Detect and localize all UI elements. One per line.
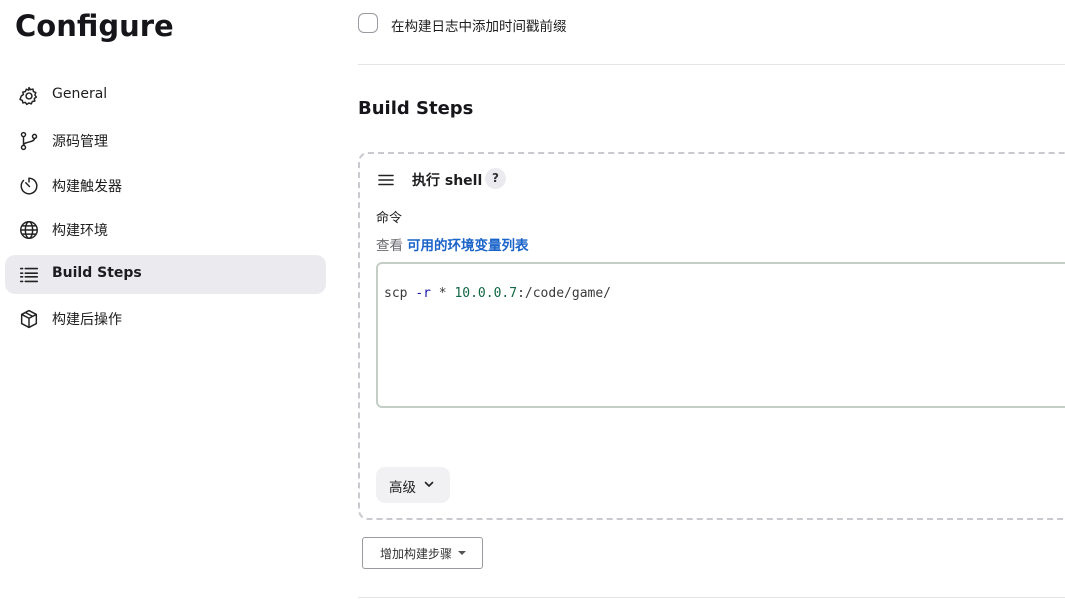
build-steps-title: Build Steps [358, 98, 474, 119]
page-title: Configure [15, 9, 174, 43]
sidebar-item-triggers[interactable]: 构建触发器 [5, 166, 326, 205]
gear-icon [19, 86, 38, 106]
env-vars-prefix: 查看 [376, 238, 403, 254]
command-text: scp -r * 10.0.0.7:/code/game/ [384, 286, 611, 301]
chevron-down-icon [424, 481, 434, 487]
sidebar-item-label: 构建后操作 [52, 312, 122, 328]
env-vars-link[interactable]: 可用的环境变量列表 [407, 238, 529, 254]
branch-icon [20, 131, 38, 151]
sidebar-item-environment[interactable]: 构建环境 [5, 210, 326, 249]
sidebar-item-label: 构建环境 [52, 223, 108, 239]
add-build-step-button[interactable]: 增加构建步骤 [362, 537, 483, 569]
sidebar-item-label: 构建触发器 [52, 179, 122, 195]
help-icon[interactable]: ? [485, 168, 506, 189]
sidebar-item-label: Build Steps [52, 265, 142, 281]
caret-down-icon [458, 551, 466, 555]
timestamp-checkbox-label[interactable]: 在构建日志中添加时间戳前缀 [391, 15, 567, 35]
sidebar-item-label: General [52, 86, 108, 102]
package-icon [20, 309, 38, 329]
list-icon [19, 267, 39, 283]
drag-handle-icon[interactable] [378, 174, 394, 186]
command-label: 命令 [376, 211, 403, 226]
step-title: 执行 shell [412, 173, 483, 189]
divider [358, 597, 1065, 598]
timestamp-checkbox[interactable] [358, 13, 378, 33]
divider [358, 64, 1065, 65]
sidebar-item-general[interactable]: General [5, 76, 326, 115]
advanced-label: 高级 [389, 480, 416, 496]
add-build-step-label: 增加构建步骤 [380, 547, 453, 561]
command-textarea[interactable]: scp -r * 10.0.0.7:/code/game/ [376, 262, 1065, 408]
timer-icon [20, 177, 38, 195]
sidebar-item-label: 源码管理 [52, 134, 108, 150]
env-vars-hint: 查看 可用的环境变量列表 [376, 234, 529, 254]
sidebar-item-source[interactable]: 源码管理 [5, 121, 326, 160]
sidebar-item-build-steps[interactable]: Build Steps [5, 255, 326, 294]
advanced-button[interactable]: 高级 [376, 467, 450, 503]
sidebar-item-post-build[interactable]: 构建后操作 [5, 299, 326, 338]
build-step-card: 执行 shell ? 命令 查看 可用的环境变量列表 scp -r * 10.0.… [358, 152, 1065, 520]
globe-icon [20, 221, 38, 239]
